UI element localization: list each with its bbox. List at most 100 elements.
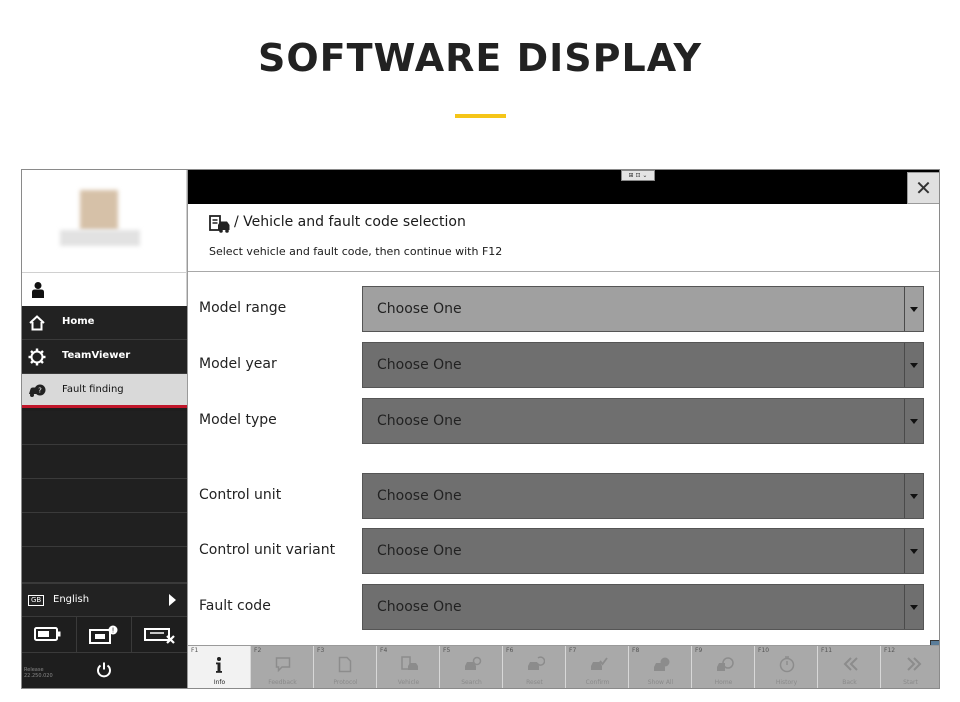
fkey-f5-search[interactable]: F5 Search bbox=[440, 646, 503, 688]
clock-icon bbox=[779, 656, 795, 673]
fkey-number: F3 bbox=[317, 647, 325, 654]
gear-icon bbox=[28, 348, 46, 366]
model-range-select[interactable]: Choose One bbox=[362, 286, 924, 332]
fkey-number: F7 bbox=[569, 647, 577, 654]
battery-icon bbox=[34, 627, 61, 641]
vci-status-button[interactable] bbox=[132, 617, 187, 653]
power-icon[interactable] bbox=[95, 661, 113, 679]
battery-status-button[interactable] bbox=[22, 617, 77, 653]
fkey-number: F4 bbox=[380, 647, 388, 654]
sidebar-item-fault-finding[interactable]: ? Fault finding bbox=[22, 374, 187, 408]
sidebar: Home TeamViewer ? Fault finding GB Engli… bbox=[22, 170, 187, 688]
language-code-badge: GB bbox=[28, 595, 45, 606]
sidebar-empty-slot bbox=[22, 513, 187, 547]
fkey-number: F11 bbox=[821, 647, 833, 654]
language-label: English bbox=[53, 594, 90, 605]
fkey-number: F8 bbox=[632, 647, 640, 654]
fkey-f12-start[interactable]: F12 Start bbox=[881, 646, 939, 688]
fkey-label: History bbox=[775, 679, 798, 686]
form-row-model-type: Model type Choose One bbox=[188, 398, 939, 444]
sidebar-item-teamviewer[interactable]: TeamViewer bbox=[22, 340, 187, 374]
field-label: Control unit variant bbox=[199, 542, 336, 558]
car-fault-icon: ? bbox=[29, 384, 46, 397]
fkey-number: F12 bbox=[884, 647, 896, 654]
language-selector[interactable]: GB English bbox=[22, 583, 187, 617]
power-row: Release 22.250.020 bbox=[22, 653, 187, 688]
dropdown-arrow-icon[interactable] bbox=[904, 343, 923, 387]
vci-disconnected-icon bbox=[144, 628, 175, 644]
dropdown-arrow-icon[interactable] bbox=[904, 529, 923, 573]
dropdown-arrow-icon[interactable] bbox=[904, 399, 923, 443]
fkey-number: F2 bbox=[254, 647, 262, 654]
fkey-f8-show-all[interactable]: F8 Show All bbox=[629, 646, 692, 688]
form-row-model-year: Model year Choose One bbox=[188, 342, 939, 388]
vehicle-search-icon bbox=[465, 656, 482, 670]
main-panel: ⊞ ⊡ ⌄ ✕ / Vehicle and fault code selecti… bbox=[187, 170, 939, 688]
speech-bubble-icon bbox=[275, 657, 291, 672]
control-unit-variant-select[interactable]: Choose One bbox=[362, 528, 924, 574]
fkey-label: Reset bbox=[526, 679, 543, 686]
fault-code-select[interactable]: Choose One bbox=[362, 584, 924, 630]
info-icon bbox=[216, 657, 222, 673]
top-bar: ⊞ ⊡ ⌄ ✕ bbox=[188, 170, 939, 204]
close-button[interactable]: ✕ bbox=[907, 172, 939, 204]
sidebar-item-label: Fault finding bbox=[62, 384, 124, 395]
dropdown-arrow-icon[interactable] bbox=[904, 474, 923, 518]
field-label: Model range bbox=[199, 300, 287, 316]
app-window: Home TeamViewer ? Fault finding GB Engli… bbox=[21, 169, 940, 689]
banner-accent-rule bbox=[455, 114, 506, 118]
fkey-f2-feedback[interactable]: F2 Feedback bbox=[251, 646, 314, 688]
release-version: Release 22.250.020 bbox=[24, 667, 53, 679]
fkey-label: Search bbox=[461, 679, 482, 686]
vehicle-confirm-icon bbox=[591, 657, 608, 670]
network-alert-icon: ! bbox=[89, 625, 118, 644]
select-value: Choose One bbox=[377, 357, 462, 373]
sidebar-item-label: TeamViewer bbox=[62, 350, 131, 361]
fkey-label: Info bbox=[213, 679, 226, 686]
fkey-f1-info[interactable]: F1 Info bbox=[188, 646, 251, 688]
field-label: Model year bbox=[199, 356, 277, 372]
select-value: Choose One bbox=[377, 543, 462, 559]
fkey-f3-protocol[interactable]: F3 Protocol bbox=[314, 646, 377, 688]
close-x-icon: ✕ bbox=[915, 176, 932, 200]
user-profile-button[interactable] bbox=[22, 272, 187, 306]
form-row-control-unit: Control unit Choose One bbox=[188, 473, 939, 519]
fkey-f7-confirm[interactable]: F7 Confirm bbox=[566, 646, 629, 688]
user-icon bbox=[32, 282, 44, 298]
logo bbox=[22, 170, 187, 272]
fkey-label: Show All bbox=[647, 679, 674, 686]
svg-text:!: ! bbox=[112, 627, 115, 635]
double-chevron-right-icon bbox=[907, 657, 922, 671]
fkey-label: Confirm bbox=[585, 679, 610, 686]
banner-title: SOFTWARE DISPLAY bbox=[257, 36, 703, 80]
vehicle-reset-icon bbox=[528, 656, 545, 670]
model-type-select[interactable]: Choose One bbox=[362, 398, 924, 444]
fkey-f10-history[interactable]: F10 History bbox=[755, 646, 818, 688]
view-toggle-button[interactable]: ⊞ ⊡ ⌄ bbox=[621, 170, 655, 181]
fkey-f6-reset[interactable]: F6 Reset bbox=[503, 646, 566, 688]
page-title: / Vehicle and fault code selection bbox=[234, 214, 466, 230]
fkey-f9-home[interactable]: F9 Home bbox=[692, 646, 755, 688]
function-key-bar: F1 Info F2 Feedback F3 Protocol F4 Vehic… bbox=[188, 645, 939, 688]
fkey-f11-back[interactable]: F11 Back bbox=[818, 646, 881, 688]
fkey-label: Home bbox=[714, 679, 733, 686]
dropdown-arrow-icon[interactable] bbox=[904, 287, 923, 331]
fkey-label: Start bbox=[903, 679, 918, 686]
sidebar-item-home[interactable]: Home bbox=[22, 306, 187, 340]
vehicle-show-all-icon bbox=[654, 657, 670, 671]
field-label: Fault code bbox=[199, 598, 271, 614]
fkey-number: F5 bbox=[443, 647, 451, 654]
network-status-button[interactable]: ! bbox=[77, 617, 132, 653]
field-label: Model type bbox=[199, 412, 277, 428]
fkey-f4-vehicle[interactable]: F4 Vehicle bbox=[377, 646, 440, 688]
fkey-number: F6 bbox=[506, 647, 514, 654]
blurred-logo-image bbox=[60, 190, 140, 248]
dropdown-arrow-icon[interactable] bbox=[904, 585, 923, 629]
select-value: Choose One bbox=[377, 488, 462, 504]
fkey-label: Back bbox=[842, 679, 857, 686]
control-unit-select[interactable]: Choose One bbox=[362, 473, 924, 519]
select-value: Choose One bbox=[377, 413, 462, 429]
model-year-select[interactable]: Choose One bbox=[362, 342, 924, 388]
vehicle-diagnosis-icon bbox=[209, 215, 230, 233]
fkey-label: Vehicle bbox=[397, 679, 420, 686]
